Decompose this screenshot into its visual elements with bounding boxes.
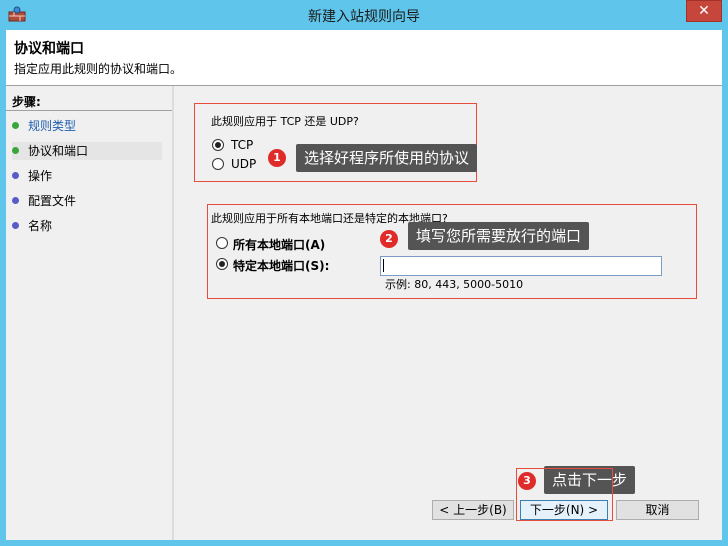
annotation-tooltip-1: 选择好程序所使用的协议 xyxy=(296,144,478,172)
step-status-dot xyxy=(12,147,19,154)
step-protocol-ports[interactable]: 协议和端口 xyxy=(12,142,162,160)
annotation-badge-2: 2 xyxy=(380,230,398,248)
protocol-question: 此规则应用于 TCP 还是 UDP? xyxy=(211,115,359,128)
step-status-dot xyxy=(12,197,19,204)
specific-ports-radio[interactable] xyxy=(216,258,228,270)
steps-title: 步骤: xyxy=(12,95,41,109)
step-label: 规则类型 xyxy=(28,119,77,133)
back-button[interactable]: < 上一步(B) xyxy=(432,500,514,520)
steps-divider xyxy=(6,110,172,111)
step-label: 操作 xyxy=(28,169,53,183)
close-button[interactable]: ✕ xyxy=(686,0,722,22)
udp-label[interactable]: UDP xyxy=(231,157,256,171)
annotation-badge-1: 1 xyxy=(268,149,286,167)
step-status-dot xyxy=(12,222,19,229)
window-title: 新建入站规则向导 xyxy=(308,9,420,25)
next-button[interactable]: 下一步(N) > xyxy=(520,500,608,520)
all-ports-radio[interactable] xyxy=(216,237,228,249)
page-subtitle: 指定应用此规则的协议和端口。 xyxy=(14,62,183,76)
specific-ports-label[interactable]: 特定本地端口(S): xyxy=(233,257,329,274)
step-label: 配置文件 xyxy=(28,194,77,208)
step-label: 协议和端口 xyxy=(28,144,89,158)
wizard-header xyxy=(6,30,722,86)
close-icon: ✕ xyxy=(698,3,710,19)
step-status-dot xyxy=(12,172,19,179)
all-ports-label[interactable]: 所有本地端口(A) xyxy=(233,236,325,253)
step-status-dot xyxy=(12,122,19,129)
page-title: 协议和端口 xyxy=(14,41,84,57)
port-example: 示例: 80, 443, 5000-5010 xyxy=(385,278,524,291)
annotation-tooltip-2: 填写您所需要放行的端口 xyxy=(408,222,590,250)
step-label: 名称 xyxy=(28,219,53,233)
udp-radio[interactable] xyxy=(212,158,224,170)
cancel-button[interactable]: 取消 xyxy=(616,500,699,520)
tcp-radio[interactable] xyxy=(212,139,224,151)
tcp-label[interactable]: TCP xyxy=(231,138,253,152)
panel-divider xyxy=(172,86,174,540)
port-input[interactable] xyxy=(380,256,662,276)
text-caret xyxy=(383,259,384,272)
